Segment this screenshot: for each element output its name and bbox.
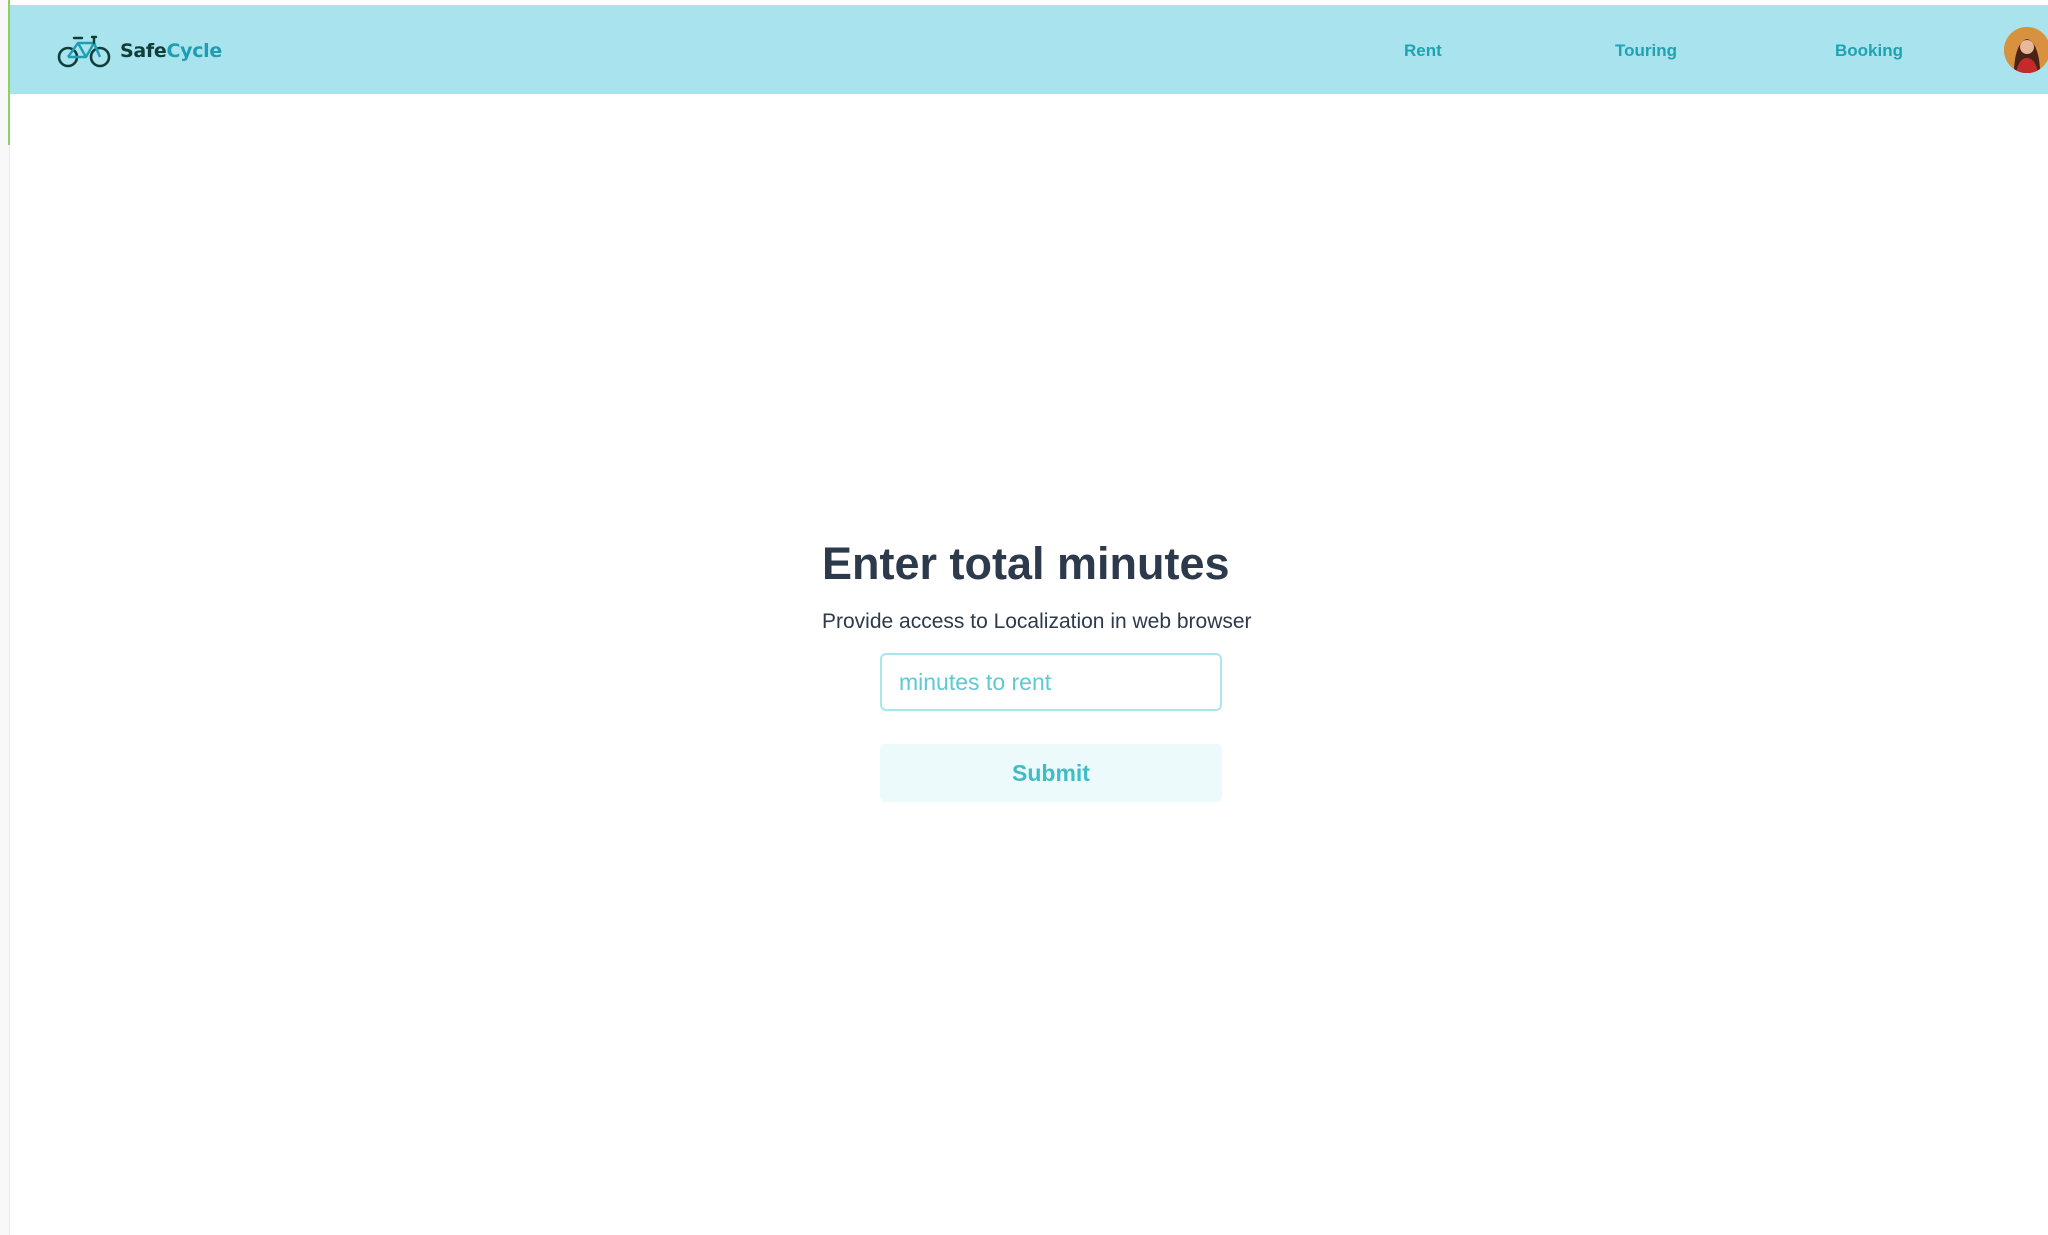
minutes-input[interactable] xyxy=(880,653,1222,711)
rent-minutes-form: Enter total minutes Provide access to Lo… xyxy=(822,530,1302,802)
bicycle-icon xyxy=(57,35,111,68)
nav-link-touring[interactable]: Touring xyxy=(1615,41,1677,61)
page-title: Enter total minutes xyxy=(822,538,1230,589)
brand-name-part2: Cycle xyxy=(166,40,222,62)
brand-name-part1: Safe xyxy=(120,40,167,62)
window-edge xyxy=(0,0,10,1235)
top-navbar: SafeCycle Rent Touring Booking xyxy=(10,5,2048,94)
user-avatar[interactable] xyxy=(2004,27,2048,73)
page-subtitle: Provide access to Localization in web br… xyxy=(822,610,1252,633)
avatar-icon xyxy=(2004,27,2048,73)
nav-link-rent[interactable]: Rent xyxy=(1404,41,1442,61)
brand-name: SafeCycle xyxy=(120,40,222,62)
submit-button[interactable]: Submit xyxy=(880,744,1222,802)
brand-logo[interactable]: SafeCycle xyxy=(56,31,222,71)
nav-link-booking[interactable]: Booking xyxy=(1835,41,1903,61)
page: SafeCycle Rent Touring Booking Enter tot… xyxy=(0,0,2048,1235)
